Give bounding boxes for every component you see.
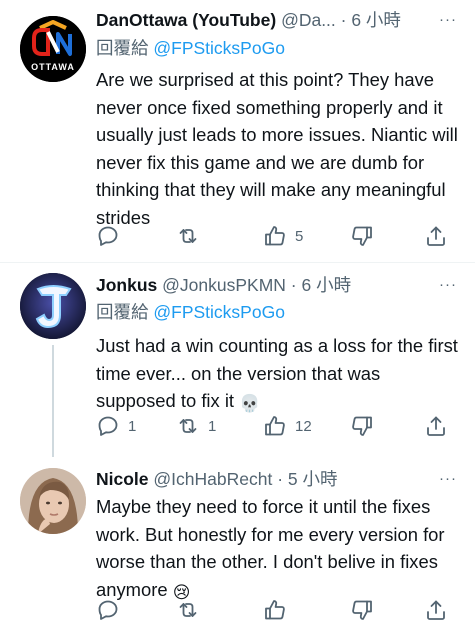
dislike-button[interactable] [350,596,382,624]
reply-to-link[interactable]: @FPSticksPoGo [153,38,285,58]
jonkus-logo-icon [20,273,86,339]
display-name[interactable]: Nicole [96,469,149,489]
reply-to-link[interactable]: @FPSticksPoGo [153,302,285,322]
thumbs-down-icon [352,416,372,436]
reply-button[interactable]: 1 [96,412,136,440]
dislike-button[interactable] [350,412,382,440]
avatar[interactable] [20,468,86,534]
handle-time[interactable]: @JonkusPKMN · 6 小時 [162,275,351,295]
action-bar: 1 1 12 [96,412,463,440]
reply-context: 回覆給 @FPSticksPoGo [96,300,285,324]
thumbs-up-icon [265,416,285,436]
retweet-icon [179,419,197,433]
retweet-button[interactable] [176,596,208,624]
retweet-icon [179,229,197,243]
tweet-header: Jonkus @JonkusPKMN · 6 小時 ··· [96,273,461,297]
share-icon [427,226,445,246]
tweet-header: Nicole @IchHabRecht · 5 小時 ··· [96,467,461,491]
action-bar: 5 [96,222,463,250]
reply-count: 1 [128,417,137,435]
thumbs-up-icon [265,600,285,620]
reply-icon [98,600,118,620]
reply-button[interactable] [96,222,128,250]
retweet-button[interactable]: 1 [176,412,216,440]
reply-context: 回覆給 @FPSticksPoGo [96,36,285,60]
share-button[interactable] [424,596,456,624]
tweet-header: DanOttawa (YouTube) @Da... · 6 小時 ··· [96,8,461,32]
share-icon [427,416,445,436]
handle-time[interactable]: @Da... · 6 小時 [281,10,401,30]
retweet-button[interactable] [176,222,208,250]
like-button[interactable]: 12 [263,412,312,440]
thumbs-down-icon [352,600,372,620]
tweet-nicole: Nicole @IchHabRecht · 5 小時 ··· Maybe the… [0,458,475,640]
display-name[interactable]: DanOttawa (YouTube) [96,10,276,30]
avatar[interactable]: OTTAWA [20,16,86,82]
like-count: 5 [295,227,304,245]
thumbs-up-icon [265,226,285,246]
share-button[interactable] [424,222,456,250]
avatar[interactable] [20,273,86,339]
tweet-text: Maybe they need to force it until the fi… [96,493,463,603]
share-button[interactable] [424,412,456,440]
like-button[interactable]: 5 [263,222,303,250]
thumbs-down-icon [352,226,372,246]
svg-text:OTTAWA: OTTAWA [31,62,75,72]
share-icon [427,600,445,620]
like-count: 12 [295,417,312,435]
tweet-text: Are we surprised at this point? They hav… [96,69,458,228]
retweet-icon [179,603,197,617]
more-icon[interactable]: ··· [439,273,457,297]
reply-prefix: 回覆給 [96,38,149,58]
retweet-count: 1 [208,417,217,435]
reply-icon [98,226,118,246]
dislike-button[interactable] [350,222,382,250]
like-button[interactable] [263,596,295,624]
tweet-jonkus: Jonkus @JonkusPKMN · 6 小時 ··· 回覆給 @FPSti… [0,263,475,458]
action-bar [96,596,463,624]
more-icon[interactable]: ··· [439,8,457,32]
display-name[interactable]: Jonkus [96,275,157,295]
ottawa-logo-icon: OTTAWA [20,16,86,82]
reply-prefix: 回覆給 [96,302,149,322]
reply-button[interactable] [96,596,128,624]
reply-icon [98,416,118,436]
tweet-text-content: Maybe they need to force it until the fi… [96,496,445,600]
profile-photo-icon [20,468,86,534]
more-icon[interactable]: ··· [439,467,457,491]
tweet-text-content: Just had a win counting as a loss for th… [96,335,458,411]
tweet-text: Just had a win counting as a loss for th… [96,332,463,415]
skull-emoji: 💀 [239,394,261,413]
handle-time[interactable]: @IchHabRecht · 5 小時 [153,469,337,489]
thread-line [52,345,54,457]
tweet-danottawa: OTTAWA DanOttawa (YouTube) @Da... · 6 小時… [0,0,475,262]
